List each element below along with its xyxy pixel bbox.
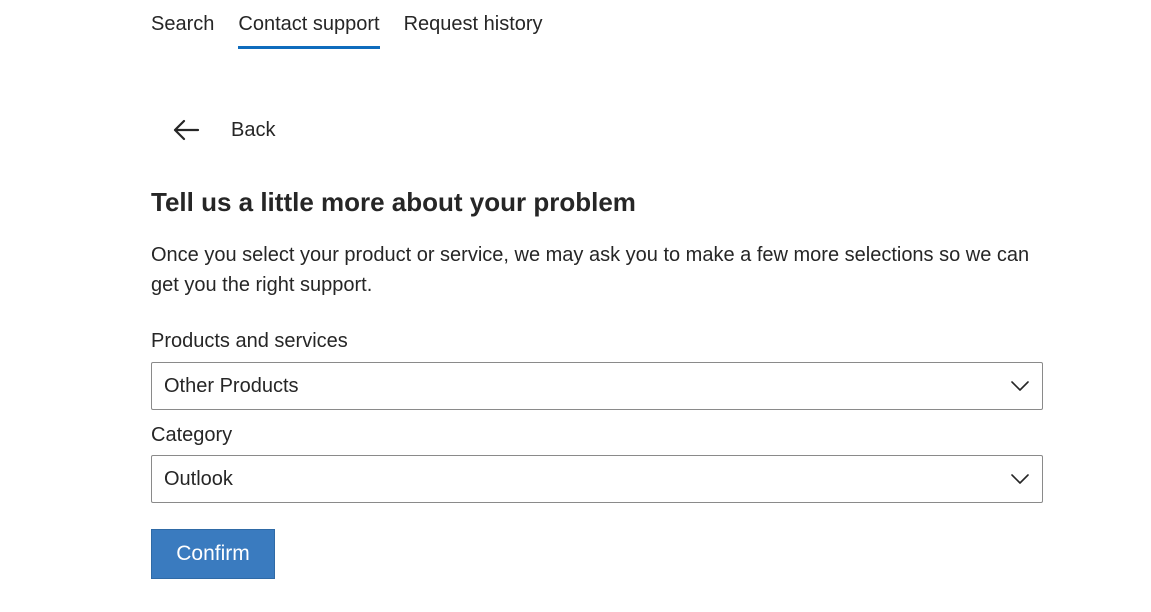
category-select[interactable]: Outlook [151, 455, 1043, 503]
products-select[interactable]: Other Products [151, 362, 1043, 410]
tab-contact-support[interactable]: Contact support [238, 0, 380, 49]
support-page: Search Contact support Request history B… [0, 0, 1151, 612]
tab-request-history[interactable]: Request history [404, 0, 543, 49]
back-label: Back [231, 118, 276, 141]
page-title: Tell us a little more about your problem [151, 187, 636, 217]
products-select-value: Other Products [164, 374, 299, 397]
category-select-value: Outlook [164, 467, 233, 490]
page-description: Once you select your product or service,… [151, 244, 1030, 296]
back-button[interactable]: Back [168, 112, 275, 148]
chevron-down-icon [1010, 380, 1030, 392]
category-label: Category [151, 424, 233, 446]
tab-bar: Search Contact support Request history [151, 0, 567, 50]
arrow-left-icon [168, 112, 204, 148]
confirm-button[interactable]: Confirm [151, 529, 275, 579]
products-label: Products and services [151, 330, 348, 352]
tab-search[interactable]: Search [151, 0, 214, 49]
chevron-down-icon [1010, 473, 1030, 485]
